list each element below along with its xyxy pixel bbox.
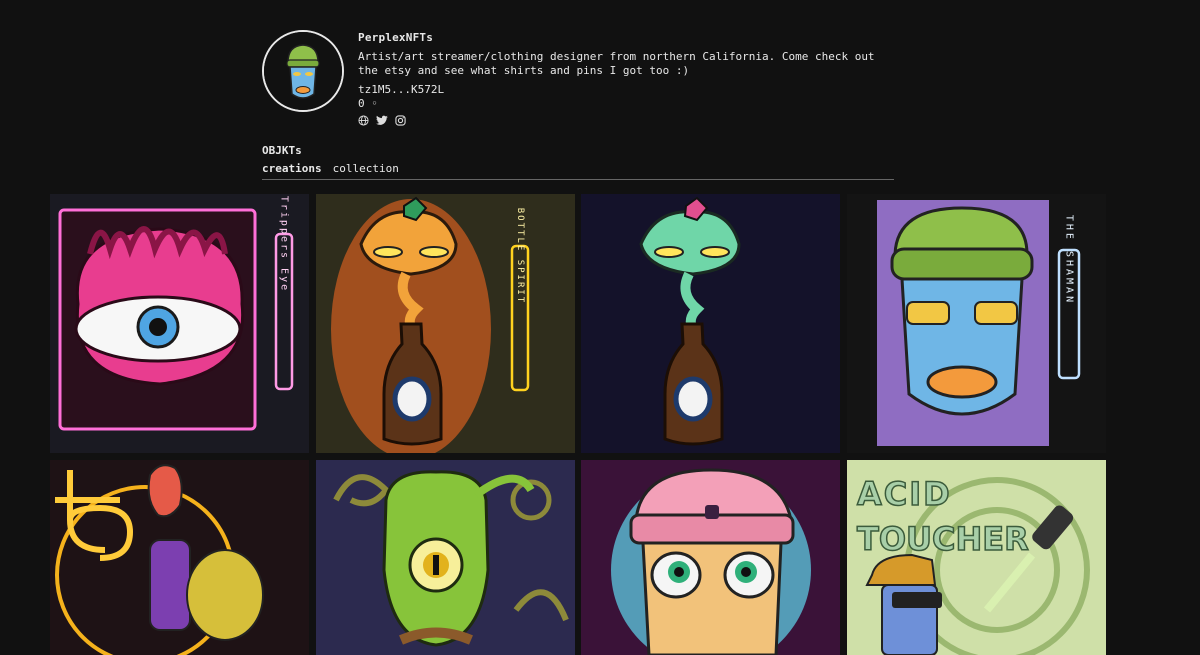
tab-collection[interactable]: collection (333, 161, 399, 176)
profile-name: PerplexNFTs (358, 31, 434, 44)
artwork-tile[interactable]: Trippers Eye (50, 194, 309, 453)
globe-icon[interactable] (358, 115, 369, 126)
profile-info: PerplexNFTs Artist/art streamer/clothing… (358, 30, 898, 126)
objkts-section: OBJKTs creations collection (262, 143, 894, 180)
twitter-icon[interactable] (376, 115, 388, 126)
instagram-icon[interactable] (395, 115, 406, 126)
follower-count: 0 ◦ (358, 97, 378, 110)
section-title: OBJKTs (262, 144, 302, 157)
neon-sign-text: Trippers Eye (279, 196, 290, 292)
profile-bio: Artist/art streamer/clothing designer fr… (358, 50, 875, 77)
artwork-grid: Trippers Eye BOTTLE SPIRIT THE SHAMAN AC… (50, 194, 1106, 655)
neon-sign-text: THE SHAMAN (1064, 215, 1075, 305)
artwork-tile[interactable] (581, 194, 840, 453)
artwork-image (316, 460, 575, 655)
svg-text:TOUCHER: TOUCHER (857, 520, 1029, 558)
tab-creations[interactable]: creations (262, 161, 322, 176)
artwork-image (581, 460, 840, 655)
artwork-tile[interactable] (316, 460, 575, 655)
artwork-tile[interactable] (581, 460, 840, 655)
social-links (358, 115, 898, 126)
svg-text:ACID: ACID (857, 475, 952, 513)
avatar[interactable] (262, 30, 344, 112)
tab-bar: creations collection (262, 161, 894, 180)
artwork-tile[interactable]: ACID TOUCHER (847, 460, 1106, 655)
artwork-image: THE SHAMAN (847, 194, 1106, 453)
neon-sign-text: BOTTLE SPIRIT (515, 208, 525, 304)
artwork-image (581, 194, 840, 453)
artwork-image: Trippers Eye (50, 194, 309, 453)
artwork-tile[interactable] (50, 460, 309, 655)
wallet-address[interactable]: tz1M5...K572L (358, 83, 898, 96)
artwork-tile[interactable]: THE SHAMAN (847, 194, 1106, 453)
artwork-image: BOTTLE SPIRIT (316, 194, 575, 453)
artwork-tile[interactable]: BOTTLE SPIRIT (316, 194, 575, 453)
artwork-image (50, 460, 309, 655)
artwork-image: ACID TOUCHER (847, 460, 1106, 655)
avatar-art (264, 32, 342, 110)
